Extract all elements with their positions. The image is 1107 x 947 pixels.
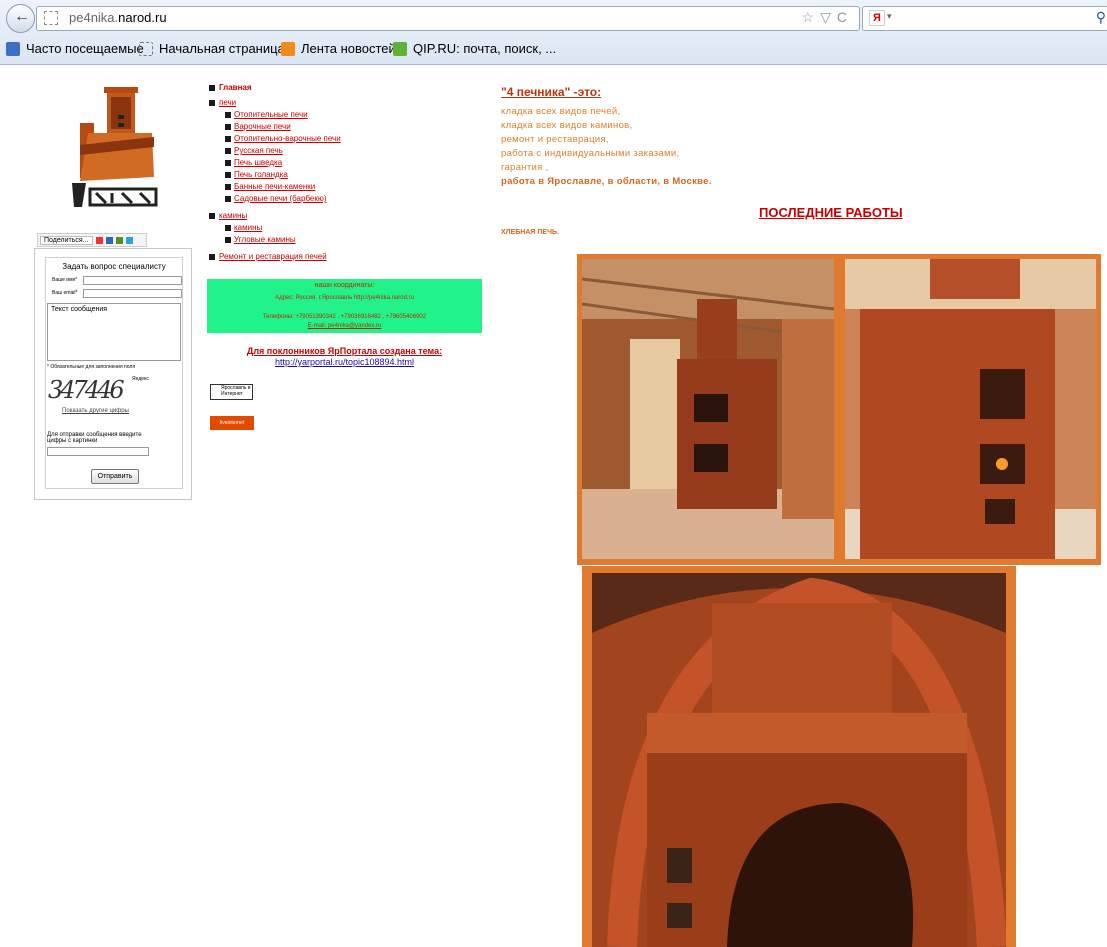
portal-link[interactable]: http://yarportal.ru/topic108894.html	[207, 357, 482, 367]
menu-item-heating-stoves[interactable]: Отопительные печи	[234, 110, 308, 119]
contacts-phones: Телефоны: +79051390342 , +79036916482 , …	[262, 314, 427, 320]
contacts-address: Адрес: Россия, г.Ярославль http://pe4nik…	[275, 295, 414, 301]
bookmarks-bar: Часто посещаемые Начальная страница Лент…	[0, 37, 1107, 61]
intro-line: кладка всех видов каминов,	[501, 120, 633, 131]
captcha-input[interactable]	[47, 447, 149, 456]
menu-bullet-icon	[225, 136, 231, 142]
menu-bullet-icon	[225, 237, 231, 243]
captcha-brand: Яндекс	[132, 376, 149, 382]
required-note: * Обязательные для заполнения поля	[47, 364, 136, 370]
intro-line: работа с индивидуальными заказами,	[501, 148, 680, 159]
site-logo[interactable]	[66, 85, 162, 210]
browser-toolbar: ← pe4nika.narod.ru ☆▽C Я ▾ ⚲ Часто посещ…	[0, 0, 1107, 65]
menu-item-russian-stove[interactable]: Русская печь	[234, 146, 283, 155]
share-widget[interactable]: Поделиться...	[37, 233, 147, 247]
menu-bullet-icon	[209, 213, 215, 219]
back-button[interactable]: ←	[6, 4, 35, 33]
menu-bullet-icon	[225, 148, 231, 154]
menu-item-heating-cooking-stoves[interactable]: Отопительно-варочные печи	[234, 134, 341, 143]
intro-line: ремонт и реставрация,	[501, 134, 609, 145]
captcha-hint: Для отправки сообщения введите цифры с к…	[47, 432, 142, 444]
stove-photo-1[interactable]	[582, 259, 834, 559]
bookmark-start-page[interactable]: Начальная страница	[139, 41, 285, 56]
page-icon	[139, 41, 153, 56]
stove-photo-2[interactable]	[845, 259, 1096, 559]
share-service-icon[interactable]	[95, 236, 103, 244]
bookmark-qip[interactable]: QIP.RU: почта, поиск, ...	[393, 41, 556, 56]
intro-line: кладка всех видов печей,	[501, 106, 621, 117]
menu-item-sauna-stoves[interactable]: Банные печи-каменки	[234, 182, 315, 191]
intro-line: гарантия ,	[501, 162, 549, 173]
menu-item-stoves[interactable]: печи	[219, 98, 236, 107]
search-icon[interactable]: ⚲	[1096, 9, 1106, 26]
menu-item-garden-stoves[interactable]: Садовые печи (барбекю)	[234, 194, 327, 203]
bookmark-star-icon[interactable]: ☆	[802, 9, 821, 25]
reload-icon[interactable]: C	[837, 9, 853, 25]
menu-bullet-icon	[225, 124, 231, 130]
bookmark-most-visited[interactable]: Часто посещаемые	[6, 41, 144, 56]
share-button[interactable]: Поделиться...	[40, 235, 93, 245]
captcha-image: 347446	[48, 376, 125, 404]
stove-photo-3-image	[592, 573, 1006, 947]
form-title: Задать вопрос специалисту	[62, 262, 166, 271]
contacts-title: наши координаты:	[314, 282, 375, 289]
qip-icon	[393, 41, 407, 56]
submit-button[interactable]: Отправить	[91, 469, 139, 484]
yandex-icon[interactable]: Я	[869, 10, 885, 26]
contacts-email[interactable]: E-mail: pe4nika@yandex.ru	[207, 323, 482, 329]
stove-photo-1-image	[582, 259, 834, 559]
menu-bullet-icon	[225, 112, 231, 118]
search-engine-dropdown-icon[interactable]: ▾	[887, 11, 892, 22]
email-field[interactable]	[83, 289, 182, 298]
intro-line: работа в Ярославле, в области, в Москве.	[501, 176, 712, 187]
address-bar[interactable]: pe4nika.narod.ru ☆▽C	[36, 6, 860, 31]
intro-heading: "4 печника" -это:	[501, 85, 602, 99]
name-field[interactable]	[83, 276, 182, 285]
menu-bullet-icon	[209, 85, 215, 91]
dropdown-icon[interactable]: ▽	[820, 9, 837, 25]
message-field[interactable]: Текст сообщения	[47, 303, 181, 361]
latest-works-heading[interactable]: ПОСЛЕДНИЕ РАБОТЫ	[759, 205, 903, 220]
contact-form: Задать вопрос специалисту Ваше имя* Ваш …	[34, 248, 192, 500]
rss-icon	[281, 41, 295, 56]
menu-bullet-icon	[225, 160, 231, 166]
menu-item-repair[interactable]: Ремонт и реставрация печей	[219, 252, 327, 261]
menu-item-corner-fireplaces[interactable]: Угловые камины	[234, 235, 296, 244]
menu-item-swedish-stove[interactable]: Печь шведка	[234, 158, 282, 167]
refresh-captcha-link[interactable]: Показать другие цифры	[62, 408, 129, 414]
search-box[interactable]: Я ▾ ⚲	[862, 6, 1107, 31]
menu-item-fireplaces-sub[interactable]: камины	[234, 223, 262, 232]
menu-item-fireplaces[interactable]: камины	[219, 211, 247, 220]
share-service-icon[interactable]	[115, 236, 123, 244]
menu-bullet-icon	[209, 254, 215, 260]
menu-bullet-icon	[209, 100, 215, 106]
site-identity-icon[interactable]	[44, 11, 58, 25]
share-service-icon[interactable]	[125, 236, 133, 244]
menu-bullet-icon	[225, 225, 231, 231]
share-service-icon[interactable]	[105, 236, 113, 244]
back-arrow-icon: ←	[14, 8, 30, 25]
liveinternet-counter[interactable]: liveinternet	[210, 416, 254, 430]
menu-item-cooking-stoves[interactable]: Варочные печи	[234, 122, 291, 131]
portal-title[interactable]: Для поклонников ЯрПортала создана тема:	[207, 346, 482, 356]
menu-item-home[interactable]: Главная	[219, 83, 252, 92]
stove-photo-3[interactable]	[592, 573, 1006, 947]
name-label: Ваше имя*	[52, 277, 78, 283]
menu-item-dutch-stove[interactable]: Печь голандка	[234, 170, 288, 179]
menu-bullet-icon	[225, 172, 231, 178]
menu-bullet-icon	[225, 184, 231, 190]
yaroslavl-badge[interactable]: Ярославль в Интернет	[210, 384, 253, 400]
contacts-box: наши координаты: Адрес: Россия, г.Яросла…	[207, 279, 482, 333]
url-text: pe4nika.narod.ru	[69, 10, 167, 25]
menu-bullet-icon	[225, 196, 231, 202]
portal-block: Для поклонников ЯрПортала создана тема: …	[207, 346, 482, 367]
stove-logo-icon	[72, 87, 158, 207]
most-visited-icon	[6, 41, 20, 56]
bookmark-news-feed[interactable]: Лента новостей	[281, 41, 396, 56]
stove-photo-2-image	[845, 259, 1096, 559]
email-label: Ваш email*	[52, 290, 78, 296]
work-caption: ХЛЕБНАЯ ПЕЧЬ.	[501, 229, 559, 236]
